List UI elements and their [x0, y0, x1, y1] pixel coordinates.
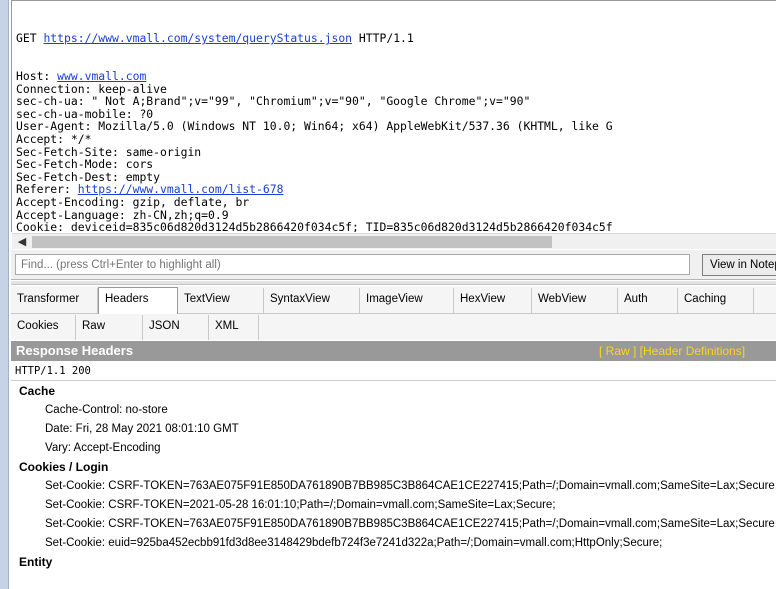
tab-hexview[interactable]: HexView [454, 288, 532, 313]
tab-json[interactable]: JSON [143, 315, 209, 340]
response-headers-tree: Cache Cache-Control: no-store Date: Fri, 2… [11, 382, 776, 589]
header-links[interactable]: [ Raw ] [Header Definitions] [599, 341, 745, 361]
header-entry[interactable]: Cache-Control: no-store [11, 401, 776, 420]
header-entry[interactable]: Set-Cookie: CSRF-TOKEN=763AE075F91E850DA… [11, 477, 776, 496]
header-entry[interactable]: Date: Fri, 28 May 2021 08:01:10 GMT [11, 420, 776, 439]
request-url-link[interactable]: https://www.vmall.com/system/queryStatus… [43, 31, 352, 45]
header-entry[interactable]: Vary: Accept-Encoding [11, 439, 776, 458]
scrollbar-thumb[interactable] [32, 236, 552, 248]
header-entry[interactable]: Set-Cookie: CSRF-TOKEN=2021-05-28 16:01:… [11, 496, 776, 515]
find-input[interactable] [15, 254, 690, 275]
request-raw-text[interactable]: GET https://www.vmall.com/system/querySt… [16, 7, 613, 232]
header-group[interactable]: Cookies / Login [11, 458, 776, 477]
tab-syntaxview[interactable]: SyntaxView [264, 288, 360, 313]
tab-caching[interactable]: Caching [678, 288, 754, 313]
status-line: HTTP/1.1 200 [11, 361, 776, 381]
tab-imageview[interactable]: ImageView [360, 288, 454, 313]
request-header-text: User-Agent: Mozilla/5.0 (Windows NT 10.0… [16, 119, 613, 134]
pane-splitter[interactable] [11, 281, 776, 285]
request-header-line: User-Agent: Mozilla/5.0 (Windows NT 10.0… [16, 120, 613, 133]
scroll-left-arrow-icon[interactable]: ◀ [15, 235, 29, 249]
header-group[interactable]: Cache [11, 382, 776, 401]
request-method: GET [16, 31, 37, 46]
tab-textview[interactable]: TextView [178, 288, 264, 313]
tab-xml[interactable]: XML [209, 315, 259, 340]
tab-raw[interactable]: Raw [76, 315, 143, 340]
view-in-notepad-button[interactable]: View in Notepad [702, 254, 776, 276]
tab-cookies[interactable]: Cookies [11, 315, 76, 340]
request-raw-pane[interactable]: GET https://www.vmall.com/system/querySt… [11, 0, 776, 232]
request-line: GET https://www.vmall.com/system/querySt… [16, 32, 613, 45]
request-header-text: Cookie: deviceid=835c06d820d3124d5b28664… [16, 220, 613, 232]
request-header-line: Cookie: deviceid=835c06d820d3124d5b28664… [16, 221, 613, 232]
header-entry[interactable]: Set-Cookie: euid=925ba452ecbb91fd3d8ee31… [11, 534, 776, 553]
tab-webview[interactable]: WebView [532, 288, 618, 313]
tab-auth[interactable]: Auth [618, 288, 678, 313]
response-tabs: Transformer Headers TextView SyntaxView Imag… [11, 286, 776, 340]
header-entry[interactable]: Set-Cookie: CSRF-TOKEN=763AE075F91E850DA… [11, 515, 776, 534]
tab-headers[interactable]: Headers [98, 287, 178, 314]
request-protocol: HTTP/1.1 [358, 31, 414, 46]
header-group[interactable]: Entity [11, 553, 776, 572]
tab-transformer[interactable]: Transformer [11, 288, 98, 313]
find-bar: View in Notepad [11, 250, 776, 280]
left-window-edge [0, 0, 9, 589]
horizontal-scrollbar[interactable]: ◀ [12, 233, 776, 249]
